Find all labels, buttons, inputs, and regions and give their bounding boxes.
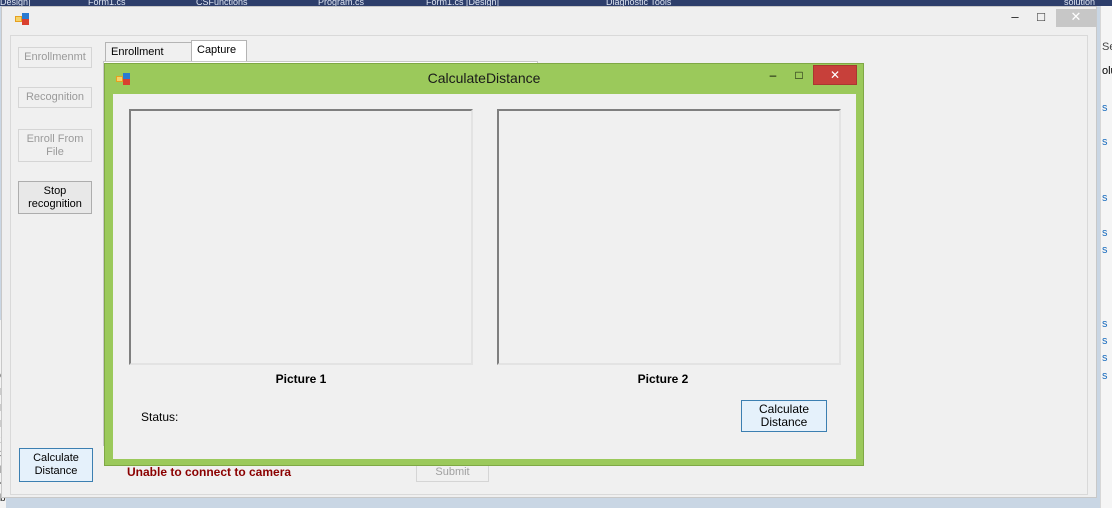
ide-panel-text: s: [1102, 370, 1108, 382]
ide-panel-text: olu: [1102, 65, 1112, 77]
dialog-calculate-distance-button[interactable]: Calculate Distance: [741, 400, 827, 432]
main-title-bar[interactable]: ‒ □ ✕: [2, 7, 1096, 31]
ide-panel-text: s: [1102, 227, 1108, 239]
recognition-button[interactable]: Recognition: [18, 87, 92, 108]
dialog-title-bar[interactable]: CalculateDistance ‒ □ ✕: [105, 64, 863, 92]
enroll-from-file-button[interactable]: Enroll From File: [18, 129, 92, 162]
picture-1-label: Picture 1: [275, 372, 327, 386]
dialog-title: CalculateDistance: [427, 70, 541, 86]
dialog-minimize-button[interactable]: ‒: [763, 66, 783, 86]
ide-panel-text: s: [1102, 192, 1108, 204]
picture-box-2[interactable]: [497, 109, 841, 365]
ide-panel-text: s: [1102, 318, 1108, 330]
ide-panel-text: s: [1102, 102, 1108, 114]
maximize-button[interactable]: □: [1030, 9, 1052, 27]
minimize-button[interactable]: ‒: [1004, 9, 1026, 27]
enrollment-button[interactable]: Enrollmenmt: [18, 47, 92, 68]
ide-solution-panel: [1100, 6, 1112, 508]
ide-panel-text: Se: [1102, 41, 1112, 53]
ide-panel-text: s: [1102, 352, 1108, 364]
camera-status-text: Unable to connect to camera: [127, 465, 292, 479]
ide-panel-text: s: [1102, 244, 1108, 256]
status-label: Status:: [141, 410, 179, 424]
picture-box-1[interactable]: [129, 109, 473, 365]
app-icon: [15, 13, 29, 25]
tab-enrollment-form[interactable]: Enrollment Form: [105, 42, 192, 76]
picture-2-label: Picture 2: [637, 372, 689, 386]
dialog-close-button[interactable]: ✕: [813, 65, 857, 85]
ide-panel-text: s: [1102, 335, 1108, 347]
ide-panel-text: s: [1102, 136, 1108, 148]
tab-capture[interactable]: Capture: [191, 40, 247, 62]
calculate-distance-dialog: CalculateDistance ‒ □ ✕ Picture 1 Pictur…: [104, 63, 864, 466]
dialog-maximize-button[interactable]: □: [789, 66, 809, 86]
stop-recognition-button[interactable]: Stop recognition: [18, 181, 92, 214]
close-button[interactable]: ✕: [1056, 9, 1096, 27]
calculate-distance-button[interactable]: Calculate Distance: [19, 448, 93, 482]
dialog-client-area: Picture 1 Picture 2 Status: Calculate Di…: [113, 94, 856, 459]
